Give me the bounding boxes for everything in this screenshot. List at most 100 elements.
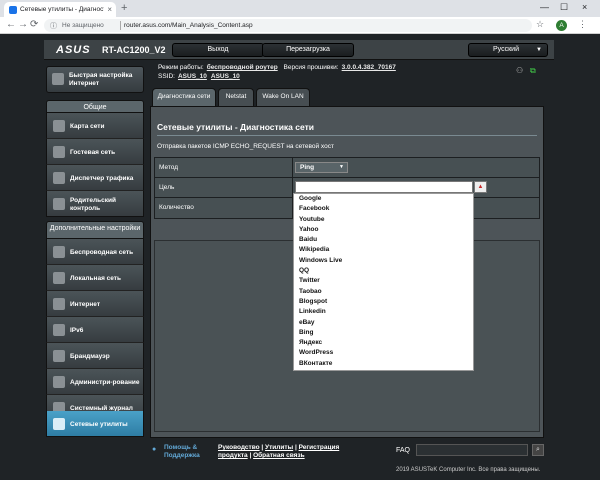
dropdown-option[interactable]: QQ (294, 266, 473, 276)
ssid-link-2[interactable]: ASUS_10 (211, 73, 240, 80)
manual-link[interactable]: Руководство (218, 444, 260, 451)
sidebar-item-label: Родительский контроль (70, 196, 116, 212)
browser-tabstrip: Сетевые утилиты - Диагностика с × + — ☐ … (0, 0, 600, 17)
language-select[interactable]: Русский ▼ (468, 43, 548, 57)
sidebar-item-network-map[interactable]: Карта сети (46, 113, 144, 139)
tab-network-diagnostics[interactable]: Диагностика сети (152, 88, 216, 106)
dropdown-option[interactable]: Wikipedia (294, 245, 473, 255)
page-title: Сетевые утилиты - Диагностика сети (157, 122, 314, 132)
dropdown-option[interactable]: Blogspot (294, 297, 473, 307)
target-dropdown-list: Google Facebook Youtube Yahoo Baidu Wikipedia… (293, 193, 474, 371)
ipv6-icon (53, 324, 65, 336)
sidebar-item-label: Брандмауэр (70, 352, 110, 360)
sidebar-item-parental-control[interactable]: Родительский контроль (46, 191, 144, 217)
search-icon[interactable]: ⌕ (532, 444, 544, 456)
tab-netstat[interactable]: Netstat (218, 88, 254, 106)
parental-icon (53, 198, 65, 210)
router-header: ASUS RT-AC1200_V2 Выход Перезагрузка Рус… (44, 40, 554, 60)
help-icon: ● (152, 446, 157, 453)
dropdown-option[interactable]: Google (294, 194, 473, 204)
reload-icon[interactable]: ⟳ (30, 19, 38, 30)
dropdown-option[interactable]: WordPress (294, 348, 473, 358)
window-close-button[interactable]: × (582, 2, 587, 12)
mode-label: Режим работы: (158, 64, 204, 71)
sidebar-item-label: Интернет (70, 300, 101, 308)
users-icon[interactable]: ⚇ (516, 66, 523, 75)
title-divider (157, 135, 537, 136)
back-icon[interactable]: ← (6, 19, 16, 30)
reboot-button[interactable]: Перезагрузка (262, 43, 354, 57)
dropdown-option[interactable]: Twitter (294, 276, 473, 286)
maximize-button[interactable]: ☐ (560, 2, 568, 13)
sidebar-item-guest-network[interactable]: Гостевая сеть (46, 139, 144, 165)
language-value: Русский (493, 46, 519, 53)
faq-label: FAQ (396, 447, 411, 454)
dropdown-option[interactable]: Baidu (294, 235, 473, 245)
omnibox-divider (120, 21, 121, 30)
sidebar-item-network-tools[interactable]: Сетевые утилиты (46, 411, 144, 437)
sidebar-item-firewall[interactable]: Брандмауэр (46, 343, 144, 369)
mode-link[interactable]: беспроводной роутер (207, 64, 278, 71)
firewall-icon (53, 350, 65, 362)
target-input[interactable] (295, 181, 473, 193)
wireless-icon (53, 246, 65, 258)
method-value: Ping (300, 164, 315, 171)
profile-avatar[interactable]: A (556, 20, 567, 31)
utilities-link[interactable]: Утилиты (265, 444, 293, 451)
sidebar-item-label: Администри-рование (70, 378, 140, 386)
sidebar-item-lan[interactable]: Локальная сеть (46, 265, 144, 291)
dropdown-option[interactable]: Youtube (294, 215, 473, 225)
sidebar-item-label: IPv6 (70, 326, 84, 334)
dropdown-option[interactable]: ВКонтакте (294, 359, 473, 369)
forward-icon[interactable]: → (18, 19, 28, 30)
network-status-icon[interactable]: ⧉ (530, 66, 536, 76)
ssid-link-1[interactable]: ASUS_10 (178, 73, 207, 80)
tab-close-icon[interactable]: × (107, 5, 112, 14)
url-text[interactable]: router.asus.com/Main_Analysis_Content.as… (124, 22, 253, 29)
sidebar-item-traffic-manager[interactable]: Диспетчер трафика (46, 165, 144, 191)
network-map-icon (53, 120, 65, 132)
dropdown-option[interactable]: Linkedin (294, 307, 473, 317)
sidebar-item-wireless[interactable]: Беспроводная сеть (46, 239, 144, 265)
help-line-1: Помощь & (164, 444, 198, 451)
wand-icon (52, 73, 64, 85)
bookmark-star-icon[interactable]: ☆ (536, 19, 544, 30)
tab-title: Сетевые утилиты - Диагностика с (20, 6, 104, 13)
registration-link-cont[interactable]: продукта (218, 452, 248, 459)
chevron-down-icon: ▼ (536, 47, 542, 53)
address-bar[interactable]: ⓘ Не защищено router.asus.com/Main_Analy… (44, 19, 532, 32)
page-description: Отправка пакетов ICMP ECHO_REQUEST на се… (157, 143, 334, 150)
faq-search-input[interactable] (416, 444, 528, 456)
gauge-icon (53, 172, 65, 184)
sidebar-item-label: Гостевая сеть (70, 148, 116, 156)
dropdown-option[interactable]: eBay (294, 318, 473, 328)
asus-logo: ASUS (56, 44, 91, 56)
sidebar-item-administration[interactable]: Администри-рование (46, 369, 144, 395)
target-label: Цель (159, 184, 175, 191)
registration-link[interactable]: Регистрация (299, 444, 340, 451)
dropdown-option[interactable]: Facebook (294, 204, 473, 214)
browser-menu-icon[interactable]: ⋮ (578, 19, 587, 30)
firmware-label: Версия прошивки: (283, 64, 339, 71)
feedback-link[interactable]: Обратная связь (253, 452, 305, 459)
dropdown-option[interactable]: Яндекс (294, 338, 473, 348)
minimize-button[interactable]: — (540, 2, 549, 12)
favicon-icon (9, 6, 17, 14)
sidebar-item-label: Локальная сеть (70, 274, 121, 282)
new-tab-button[interactable]: + (121, 2, 127, 14)
help-support-link[interactable]: Помощь & Поддержка (164, 444, 200, 460)
method-select[interactable]: Ping ▼ (295, 162, 348, 173)
target-dropdown-button[interactable]: ▲ (474, 181, 487, 193)
info-icon[interactable]: ⓘ (50, 21, 57, 31)
browser-tab[interactable]: Сетевые утилиты - Диагностика с × (4, 2, 116, 17)
dropdown-option[interactable]: Yahoo (294, 225, 473, 235)
logout-button[interactable]: Выход (172, 43, 264, 57)
dropdown-option[interactable]: Windows Live (294, 256, 473, 266)
firmware-link[interactable]: 3.0.0.4.382_70167 (342, 64, 396, 71)
dropdown-option[interactable]: Taobao (294, 287, 473, 297)
sidebar-item-ipv6[interactable]: IPv6 (46, 317, 144, 343)
tab-wake-on-lan[interactable]: Wake On LAN (256, 88, 310, 106)
quick-setup-button[interactable]: Быстрая настройка Интернет (46, 66, 144, 93)
sidebar-item-wan[interactable]: Интернет (46, 291, 144, 317)
dropdown-option[interactable]: Bing (294, 328, 473, 338)
